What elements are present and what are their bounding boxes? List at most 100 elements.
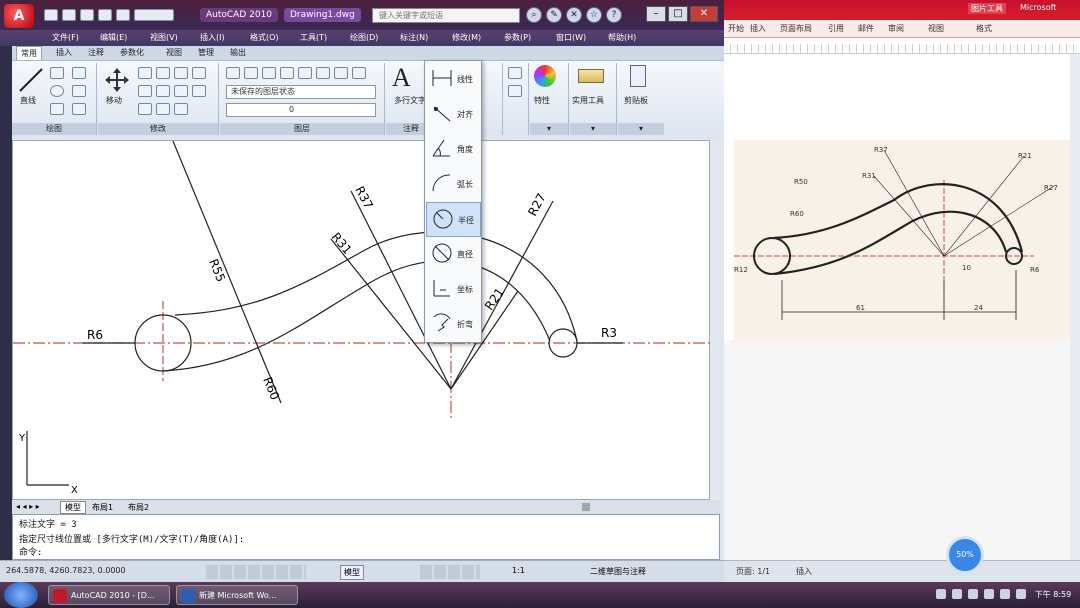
- menu-help[interactable]: 帮助(H): [608, 31, 636, 45]
- word-tab-mailings[interactable]: 邮件: [858, 23, 874, 34]
- new-file-icon[interactable]: [44, 9, 58, 21]
- tab-parametric[interactable]: 参数化: [116, 46, 148, 60]
- arc-icon[interactable]: [50, 103, 64, 115]
- polyline-icon[interactable]: [50, 67, 64, 79]
- command-window[interactable]: 标注文字 = 3 指定尺寸线位置或 [多行文字(M)/文字(T)/角度(A)]:…: [12, 514, 720, 560]
- dim-diameter-item[interactable]: 直径: [426, 237, 481, 272]
- stretch-icon[interactable]: [192, 85, 206, 97]
- trim-icon[interactable]: [156, 67, 170, 79]
- menu-modify[interactable]: 修改(M): [452, 31, 481, 45]
- favorites-icon[interactable]: ☆: [586, 7, 602, 23]
- hscroll-thumb[interactable]: [582, 503, 590, 511]
- drawing-canvas[interactable]: R6 R55 R37 R31 R27 R21 R3 R60 Y X: [12, 140, 711, 500]
- rotate-icon[interactable]: [138, 67, 152, 79]
- layer-freeze-icon[interactable]: [280, 67, 294, 79]
- panel-utilities-expand[interactable]: ▾: [570, 123, 616, 135]
- workspace-dropdown[interactable]: [134, 9, 174, 21]
- menu-format[interactable]: 格式(O): [250, 31, 279, 45]
- panel-layer-title[interactable]: 图层: [220, 123, 384, 135]
- block-icon[interactable]: [508, 67, 522, 79]
- tab-home[interactable]: 常用: [16, 46, 42, 60]
- array-icon[interactable]: [156, 103, 170, 115]
- taskbar-word[interactable]: 新建 Microsoft Wo...: [176, 585, 298, 605]
- word-tab-insert[interactable]: 插入: [750, 23, 766, 34]
- menu-window[interactable]: 窗口(W): [556, 31, 586, 45]
- tab-view[interactable]: 视图: [162, 46, 186, 60]
- copy-icon[interactable]: [192, 67, 206, 79]
- tab-layout1[interactable]: 布局1: [92, 502, 113, 513]
- panel-properties-expand[interactable]: ▾: [530, 123, 568, 135]
- layer-match-icon[interactable]: [316, 67, 330, 79]
- menu-edit[interactable]: 编辑(E): [100, 31, 127, 45]
- fillet-icon[interactable]: [156, 85, 170, 97]
- dim-aligned-item[interactable]: 对齐: [426, 97, 481, 132]
- panel-modify-title[interactable]: 修改: [98, 123, 218, 135]
- vertical-scrollbar[interactable]: [710, 140, 720, 500]
- layer-lock-icon[interactable]: [298, 67, 312, 79]
- word-tab-references[interactable]: 引用: [828, 23, 844, 34]
- taskbar-clock[interactable]: 下午 8:59: [1030, 584, 1076, 606]
- word-insert-mode[interactable]: 插入: [796, 566, 812, 577]
- tray-flag-icon[interactable]: [984, 589, 994, 599]
- model-space-button[interactable]: 模型: [340, 565, 364, 580]
- word-page-area[interactable]: [724, 340, 1080, 560]
- text-icon[interactable]: A: [392, 63, 411, 93]
- layer-state-icon[interactable]: [244, 67, 258, 79]
- word-embedded-drawing[interactable]: R37 R31 R21 R27 R50 R60 R12 R6 10 61 24: [734, 140, 1080, 340]
- tab-insert[interactable]: 插入: [52, 46, 76, 60]
- taskbar-autocad[interactable]: AutoCAD 2010 - [D...: [48, 585, 170, 605]
- maximize-button[interactable]: □: [668, 6, 688, 22]
- undo-icon[interactable]: [98, 9, 112, 21]
- menu-view[interactable]: 视图(V): [150, 31, 178, 45]
- search-input[interactable]: 键入关键字或短语: [372, 8, 520, 23]
- region-icon[interactable]: [72, 103, 86, 115]
- move-icon[interactable]: [104, 67, 130, 93]
- layer-walk-icon[interactable]: [352, 67, 366, 79]
- word-tab-home[interactable]: 开始: [728, 23, 744, 34]
- layer-off-icon[interactable]: [262, 67, 276, 79]
- clipboard-icon[interactable]: [630, 65, 646, 87]
- hatch-icon[interactable]: [72, 85, 86, 97]
- word-tab-format[interactable]: 格式: [976, 23, 992, 34]
- menu-draw[interactable]: 绘图(D): [350, 31, 378, 45]
- dim-arc-item[interactable]: 弧长: [426, 167, 481, 202]
- command-prompt[interactable]: 命令:: [13, 545, 719, 558]
- menu-tools[interactable]: 工具(T): [300, 31, 327, 45]
- tab-manage[interactable]: 管理: [194, 46, 218, 60]
- dim-ordinate-item[interactable]: 坐标: [426, 272, 481, 307]
- dim-jogged-item[interactable]: 折弯: [426, 307, 481, 342]
- tab-model[interactable]: 模型: [60, 501, 86, 514]
- layer-state-dropdown[interactable]: 未保存的图层状态: [226, 85, 376, 99]
- panel-clipboard-expand[interactable]: ▾: [618, 123, 664, 135]
- block-edit-icon[interactable]: [508, 85, 522, 97]
- autocad-logo-icon[interactable]: A: [4, 4, 34, 28]
- menu-parametric[interactable]: 参数(P): [504, 31, 531, 45]
- zoom-badge[interactable]: 50%: [946, 536, 984, 574]
- tab-nav-arrows[interactable]: ◂ ◂ ▸ ▸: [16, 502, 40, 511]
- offset-icon[interactable]: [174, 103, 188, 115]
- menu-insert[interactable]: 插入(I): [200, 31, 225, 45]
- tray-network-icon[interactable]: [936, 589, 946, 599]
- tab-annotate[interactable]: 注释: [84, 46, 108, 60]
- help-icon[interactable]: ?: [606, 7, 622, 23]
- annotation-scale[interactable]: 1:1: [512, 566, 525, 575]
- dim-angular-item[interactable]: 角度: [426, 132, 481, 167]
- close-button[interactable]: ✕: [690, 6, 718, 22]
- drafting-toggles[interactable]: [206, 565, 306, 579]
- workspace-switch[interactable]: 二维草图与注释: [590, 566, 646, 577]
- redo-icon[interactable]: [116, 9, 130, 21]
- menu-dimension[interactable]: 标注(N): [400, 31, 428, 45]
- explode-icon[interactable]: [174, 85, 188, 97]
- properties-icon[interactable]: [534, 65, 556, 87]
- tab-output[interactable]: 输出: [226, 46, 250, 60]
- dim-linear-item[interactable]: 线性: [426, 62, 481, 97]
- dim-radius-item[interactable]: 半径: [426, 202, 481, 237]
- erase-icon[interactable]: [174, 67, 188, 79]
- tab-layout2[interactable]: 布局2: [128, 502, 149, 513]
- word-tab-review[interactable]: 审阅: [888, 23, 904, 34]
- menu-file[interactable]: 文件(F): [52, 31, 79, 45]
- word-tab-view[interactable]: 视图: [928, 23, 944, 34]
- line-icon[interactable]: [18, 67, 44, 93]
- rectangle-icon[interactable]: [72, 67, 86, 79]
- scale-icon[interactable]: [138, 103, 152, 115]
